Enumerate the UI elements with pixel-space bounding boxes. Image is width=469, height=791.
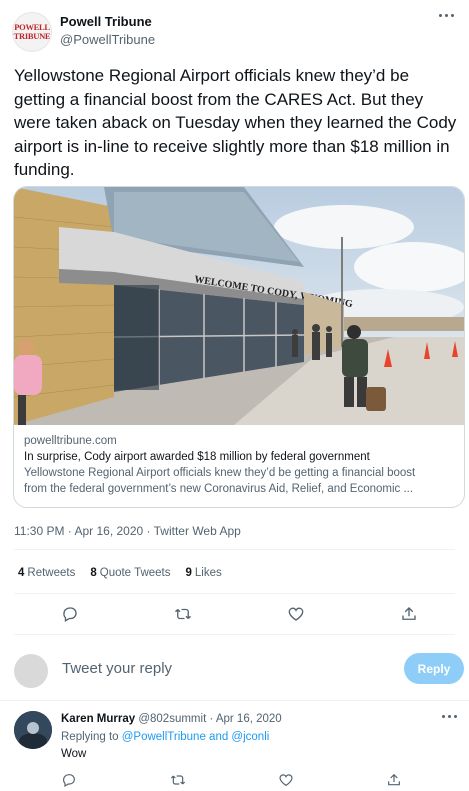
reply-button[interactable]: Reply [404, 653, 464, 684]
reply-icon[interactable] [61, 772, 77, 788]
replying-to-link[interactable]: @PowellTribune and @jconli [122, 731, 270, 743]
divider [14, 634, 455, 635]
card-description: Yellowstone Regional Airport officials k… [24, 467, 416, 479]
likes-stat[interactable]: 9 Likes [186, 567, 222, 579]
divider [0, 700, 469, 701]
reply-more-options-icon[interactable] [442, 715, 457, 718]
retweet-icon[interactable] [174, 605, 192, 623]
like-icon[interactable] [278, 772, 294, 788]
card-description: from the federal government’s new Corona… [24, 483, 414, 495]
share-icon[interactable] [400, 605, 418, 623]
reply-icon[interactable] [61, 605, 79, 623]
author-name[interactable]: Powell Tribune [60, 14, 152, 29]
avatar-text-2: TRIBUNE [13, 31, 51, 41]
tweet-timestamp[interactable]: 11:30 PM · Apr 16, 2020 · Twitter Web Ap… [14, 524, 241, 538]
author-avatar[interactable]: POWELL TRIBUNE [12, 12, 52, 52]
divider [14, 593, 455, 594]
replying-to-prefix: Replying to [61, 731, 122, 743]
author-handle[interactable]: @PowellTribune [60, 32, 155, 47]
card-image: WELCOME TO CODY, WYOMING [14, 187, 464, 425]
card-domain: powelltribune.com [24, 435, 117, 447]
quote-tweets-stat[interactable]: 8 Quote Tweets [90, 567, 170, 579]
reply-input[interactable]: Tweet your reply [62, 660, 172, 677]
reply-author-name[interactable]: Karen Murray [61, 713, 135, 725]
reply-author-handle[interactable]: @802summit · Apr 16, 2020 [138, 713, 281, 725]
link-card[interactable]: WELCOME TO CODY, WYOMING powelltribune.c… [13, 186, 465, 508]
like-icon[interactable] [287, 605, 305, 623]
tweet-action-bar [0, 603, 469, 625]
reply-author-avatar[interactable] [14, 711, 52, 749]
replying-to: Replying to @PowellTribune and @jconli [61, 731, 269, 743]
retweet-icon[interactable] [170, 772, 186, 788]
reply-author-line[interactable]: Karen Murray @802summit · Apr 16, 2020 [61, 713, 282, 725]
tweet-text: Yellowstone Regional Airport officials k… [14, 66, 457, 179]
divider [14, 549, 455, 550]
current-user-avatar [14, 654, 48, 688]
retweets-stat[interactable]: 4 Retweets [18, 567, 75, 579]
reply-action-bar [0, 771, 469, 791]
reply-text: Wow [61, 748, 87, 760]
share-icon[interactable] [386, 772, 402, 788]
tweet-stats: 4 Retweets 8 Quote Tweets 9 Likes [18, 567, 222, 579]
card-title: In surprise, Cody airport awarded $18 mi… [24, 451, 370, 463]
more-options-icon[interactable] [439, 14, 457, 20]
